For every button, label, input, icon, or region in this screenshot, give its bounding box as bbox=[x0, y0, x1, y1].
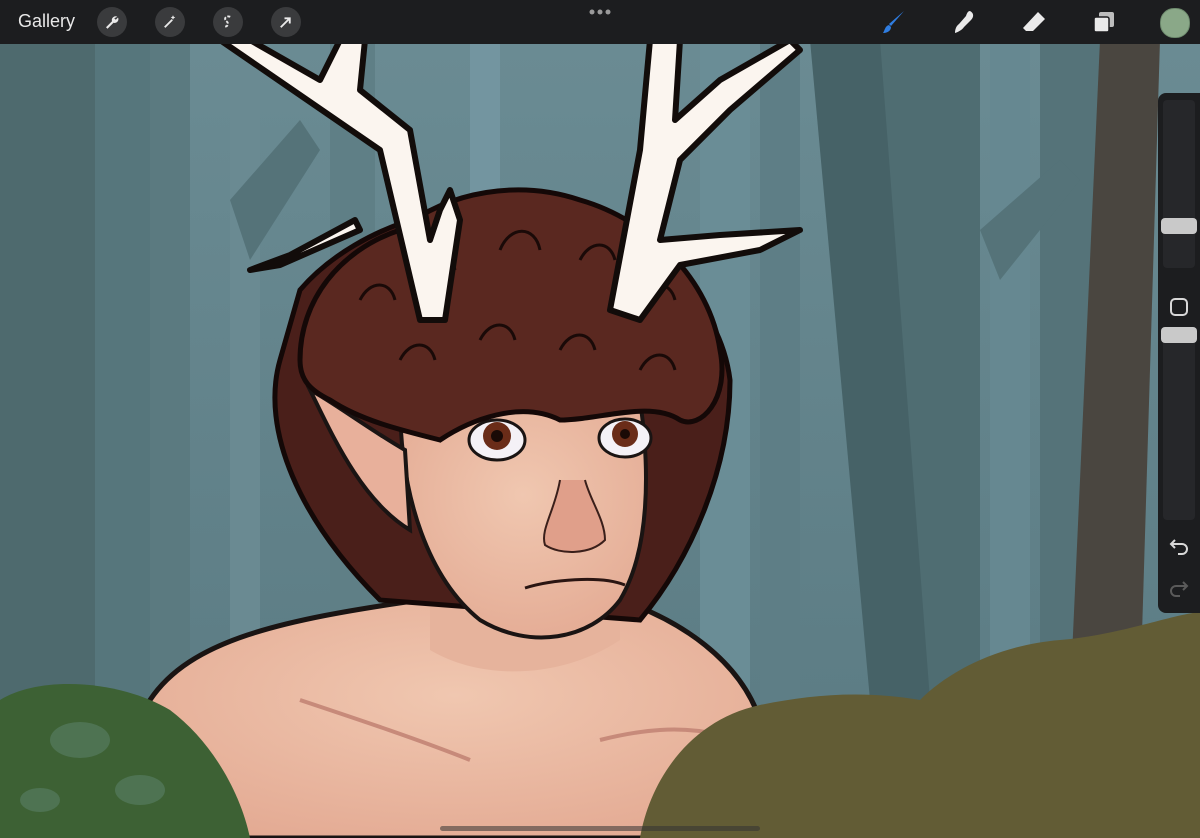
color-picker-swatch[interactable] bbox=[1160, 8, 1190, 38]
modify-button[interactable] bbox=[1170, 298, 1188, 316]
magic-wand-icon[interactable] bbox=[155, 7, 185, 37]
opacity-handle[interactable] bbox=[1161, 326, 1197, 343]
drawing-canvas[interactable] bbox=[0, 0, 1200, 838]
brush-size-handle[interactable] bbox=[1161, 218, 1197, 234]
more-options-icon[interactable] bbox=[588, 7, 612, 17]
selection-icon[interactable] bbox=[213, 7, 243, 37]
eraser-icon[interactable] bbox=[1018, 6, 1050, 38]
brush-icon[interactable] bbox=[878, 6, 910, 38]
layers-icon[interactable] bbox=[1088, 6, 1120, 38]
redo-icon[interactable] bbox=[1168, 577, 1190, 599]
home-indicator bbox=[440, 826, 760, 831]
smudge-icon[interactable] bbox=[948, 6, 980, 38]
opacity-slider[interactable] bbox=[1163, 334, 1195, 520]
transform-arrow-icon[interactable] bbox=[271, 7, 301, 37]
brush-size-slider[interactable] bbox=[1163, 100, 1195, 268]
wrench-icon[interactable] bbox=[97, 7, 127, 37]
undo-icon[interactable] bbox=[1168, 535, 1190, 557]
gallery-button[interactable]: Gallery bbox=[18, 11, 75, 32]
